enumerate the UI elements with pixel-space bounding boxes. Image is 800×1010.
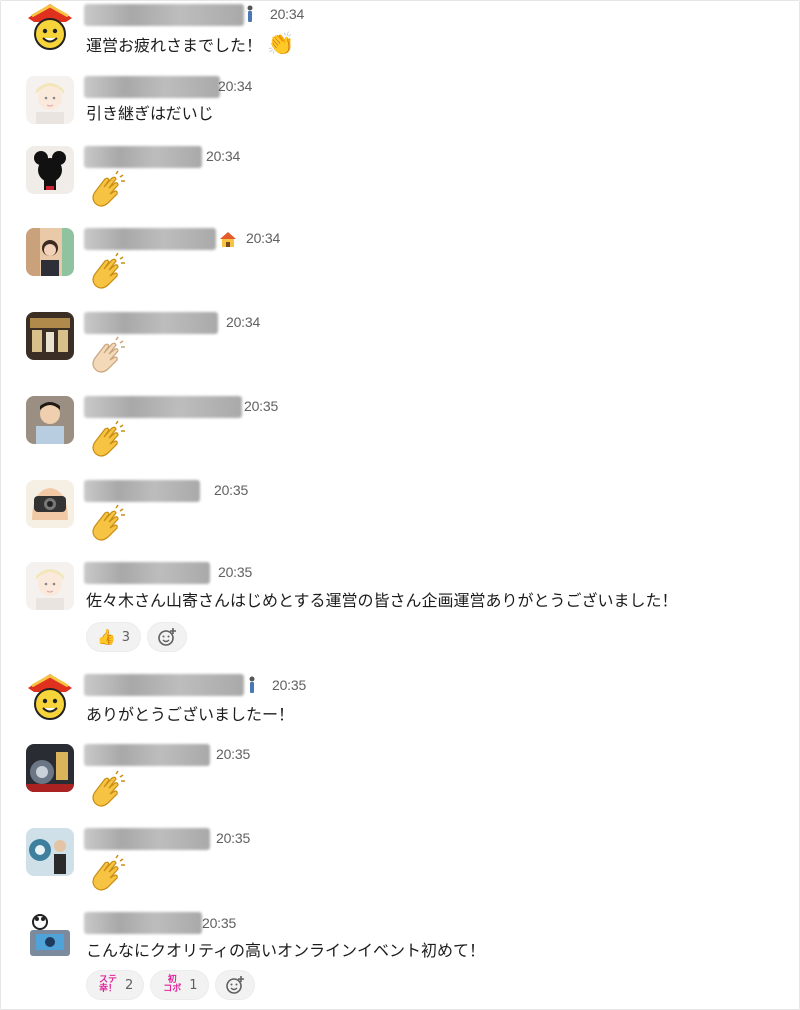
house-icon bbox=[218, 230, 238, 252]
message-text: 運営お疲れさまでした！ 👏 bbox=[86, 34, 295, 57]
avatar[interactable] bbox=[26, 4, 74, 52]
message-timestamp[interactable]: 20:35 bbox=[244, 398, 278, 414]
person-standing-icon bbox=[246, 5, 254, 27]
avatar[interactable] bbox=[26, 562, 74, 610]
add-reaction-button[interactable] bbox=[146, 622, 187, 652]
reaction-thumbs-up[interactable]: 👍 3 bbox=[86, 622, 141, 652]
username-redacted[interactable] bbox=[84, 744, 210, 766]
reaction-bar: ステ 幸！ 2 初 コボ 1 bbox=[86, 970, 255, 1000]
avatar[interactable] bbox=[26, 744, 74, 792]
add-reaction-icon bbox=[158, 628, 176, 646]
message-timestamp[interactable]: 20:35 bbox=[216, 746, 250, 762]
clapping-hands-icon bbox=[86, 170, 126, 210]
message-timestamp[interactable]: 20:34 bbox=[270, 6, 304, 22]
avatar[interactable] bbox=[26, 312, 74, 360]
username-redacted[interactable] bbox=[84, 4, 244, 26]
message-text: ありがとうございましたー！ bbox=[86, 705, 295, 724]
username-redacted[interactable] bbox=[84, 480, 200, 502]
clapping-hands-icon bbox=[86, 420, 126, 460]
avatar[interactable] bbox=[26, 480, 74, 528]
person-standing-icon bbox=[248, 676, 256, 698]
message-timestamp[interactable]: 20:34 bbox=[226, 314, 260, 330]
avatar[interactable] bbox=[26, 912, 74, 960]
reaction-count: 2 bbox=[125, 977, 134, 993]
username-redacted[interactable] bbox=[84, 228, 216, 250]
message-text: 引き継ぎはだいじ bbox=[86, 104, 214, 123]
message-timestamp[interactable]: 20:35 bbox=[202, 915, 236, 931]
reaction-count: 3 bbox=[121, 629, 130, 645]
username-redacted[interactable] bbox=[84, 146, 202, 168]
thumbs-up-icon: 👍 bbox=[97, 628, 116, 646]
message-timestamp[interactable]: 20:34 bbox=[246, 230, 280, 246]
waving-hand-icon: 👏 bbox=[267, 32, 295, 57]
username-redacted[interactable] bbox=[84, 674, 244, 696]
username-redacted[interactable] bbox=[84, 396, 242, 418]
reaction-bar: 👍 3 bbox=[86, 622, 187, 652]
add-reaction-icon bbox=[225, 976, 244, 994]
clapping-hands-icon bbox=[86, 770, 126, 810]
message-text: 佐々木さん山寄さんはじめとする運営の皆さん企画運営ありがとうございました！ bbox=[86, 591, 678, 610]
avatar[interactable] bbox=[26, 146, 74, 194]
message-timestamp[interactable]: 20:34 bbox=[206, 148, 240, 164]
message-timestamp[interactable]: 20:35 bbox=[218, 564, 252, 580]
message-timestamp[interactable]: 20:35 bbox=[214, 482, 248, 498]
reaction-custom-stamp[interactable]: 初 コボ 1 bbox=[150, 970, 209, 1000]
clapping-hands-icon bbox=[86, 504, 126, 544]
username-redacted[interactable] bbox=[84, 562, 210, 584]
avatar[interactable] bbox=[26, 674, 74, 722]
avatar[interactable] bbox=[26, 228, 74, 276]
username-redacted[interactable] bbox=[84, 828, 210, 850]
custom-stamp-icon: ステ 幸！ bbox=[98, 975, 117, 994]
clapping-hands-icon bbox=[86, 252, 126, 292]
avatar[interactable] bbox=[26, 396, 74, 444]
add-reaction-button[interactable] bbox=[214, 970, 255, 1000]
message-timestamp[interactable]: 20:35 bbox=[216, 830, 250, 846]
username-redacted[interactable] bbox=[84, 312, 218, 334]
reaction-count: 1 bbox=[189, 977, 198, 993]
username-redacted[interactable] bbox=[84, 912, 202, 934]
message-timestamp[interactable]: 20:35 bbox=[272, 677, 306, 693]
message-timestamp[interactable]: 20:34 bbox=[218, 78, 252, 94]
avatar[interactable] bbox=[26, 828, 74, 876]
avatar[interactable] bbox=[26, 76, 74, 124]
message-text-content: 運営お疲れさまでした！ bbox=[86, 36, 263, 55]
message-text: こんなにクオリティの高いオンラインイベント初めて！ bbox=[86, 941, 486, 960]
custom-stamp-icon: 初 コボ bbox=[163, 975, 182, 994]
username-redacted[interactable] bbox=[84, 76, 220, 98]
reaction-custom-stamp[interactable]: ステ 幸！ 2 bbox=[86, 970, 145, 1000]
clapping-hands-icon bbox=[86, 336, 126, 376]
clapping-hands-icon bbox=[86, 854, 126, 894]
